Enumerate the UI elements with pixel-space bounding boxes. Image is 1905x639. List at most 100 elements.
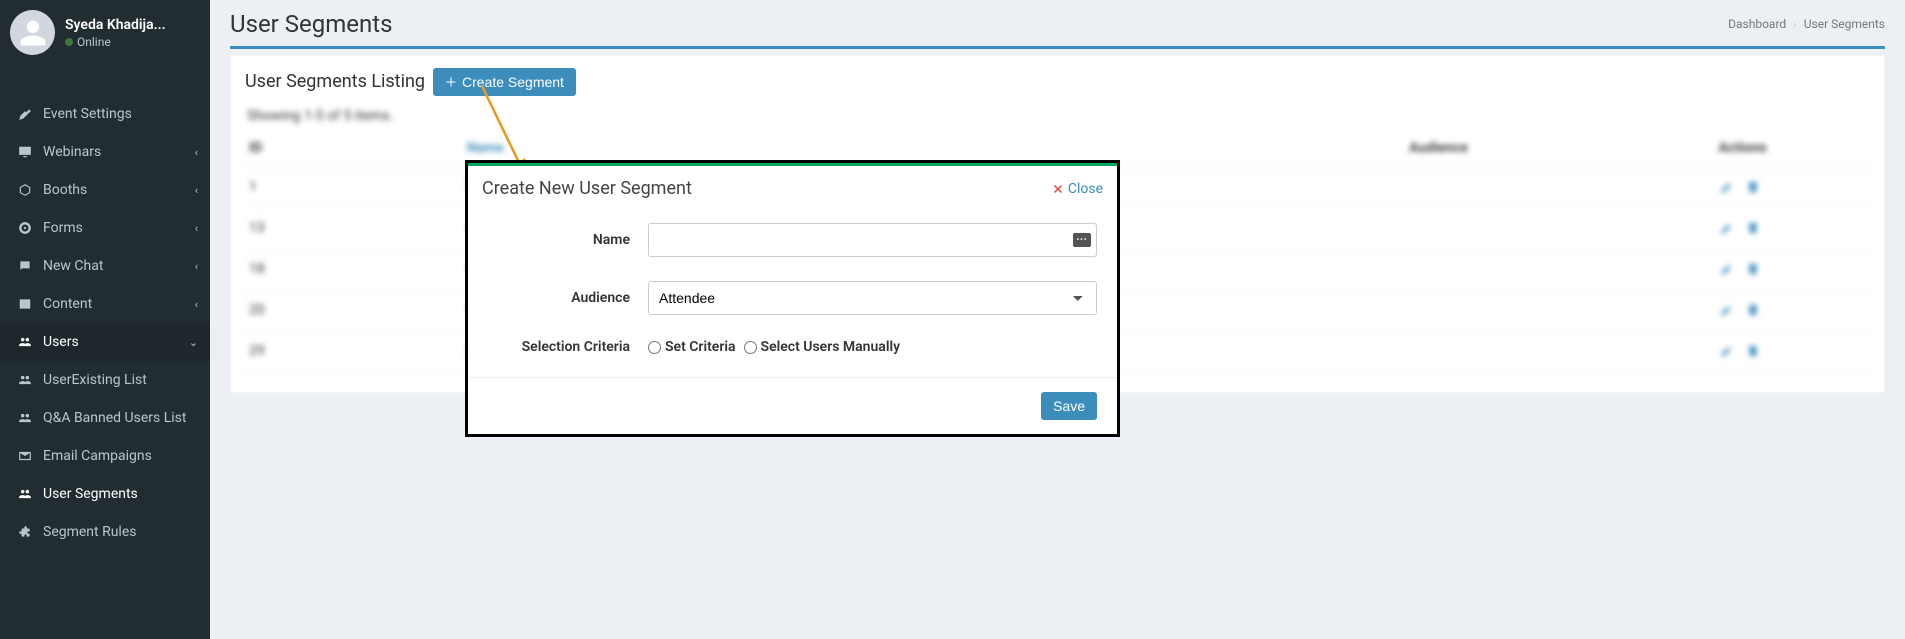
sidebar-item-content[interactable]: Content ‹ <box>0 285 210 323</box>
button-label: Save <box>1053 398 1085 414</box>
cell-id: 1 <box>241 166 459 207</box>
sidebar: Syeda Khadija... Online Event Settings W… <box>0 0 210 639</box>
sidebar-item-label: Segment Rules <box>43 524 136 540</box>
cell-actions <box>1711 166 1874 207</box>
cell-id: 20 <box>241 289 459 330</box>
close-icon <box>1052 183 1064 195</box>
create-segment-modal: Create New User Segment Close Name ••• A… <box>465 160 1120 437</box>
display-icon <box>15 145 35 159</box>
edit-icon[interactable] <box>1719 220 1735 236</box>
delete-icon[interactable] <box>1745 220 1761 236</box>
listing-summary: Showing 1-5 of 5 items. <box>241 108 1874 130</box>
sidebar-item-event-settings[interactable]: Event Settings <box>0 95 210 133</box>
sidebar-item-label: Booths <box>43 182 87 198</box>
audience-label: Audience <box>488 290 648 306</box>
delete-icon[interactable] <box>1745 343 1761 359</box>
page-title: User Segments <box>230 10 392 38</box>
breadcrumb: Dashboard › User Segments <box>1728 17 1885 31</box>
selection-label: Selection Criteria <box>488 339 648 355</box>
modal-title: Create New User Segment <box>482 178 692 199</box>
cell-id: 18 <box>241 248 459 289</box>
close-label: Close <box>1068 181 1103 197</box>
cell-actions <box>1711 207 1874 248</box>
user-panel: Syeda Khadija... Online <box>0 0 210 65</box>
cell-audience <box>1166 289 1710 330</box>
sidebar-nav: Event Settings Webinars ‹ Booths ‹ Forms… <box>0 95 210 551</box>
breadcrumb-link[interactable]: Dashboard <box>1728 17 1786 31</box>
puzzle-icon <box>15 525 35 539</box>
users-icon <box>15 487 35 501</box>
sidebar-sub-user-existing[interactable]: UserExisting List <box>0 361 210 399</box>
sidebar-item-label: UserExisting List <box>43 372 147 388</box>
cell-audience <box>1166 207 1710 248</box>
button-label: Create Segment <box>462 74 564 90</box>
input-extension-icon[interactable]: ••• <box>1073 233 1091 247</box>
sidebar-item-label: Q&A Banned Users List <box>43 410 186 426</box>
chevron-left-icon: ‹ <box>195 260 198 273</box>
chevron-left-icon: ‹ <box>195 146 198 159</box>
cell-id: 29 <box>241 330 459 371</box>
radio-set-criteria-input[interactable] <box>648 341 661 354</box>
image-icon <box>15 297 35 311</box>
sidebar-item-label: Event Settings <box>43 106 132 122</box>
cell-id: 13 <box>241 207 459 248</box>
breadcrumb-current: User Segments <box>1804 17 1885 31</box>
listing-title: User Segments Listing <box>245 71 425 92</box>
wrench-icon <box>15 107 35 121</box>
sidebar-item-users[interactable]: Users ⌄ <box>0 323 210 361</box>
sidebar-sub-segment-rules[interactable]: Segment Rules <box>0 513 210 551</box>
sidebar-item-label: Content <box>43 296 92 312</box>
chat-icon <box>15 259 35 273</box>
cube-icon <box>15 183 35 197</box>
sidebar-item-booths[interactable]: Booths ‹ <box>0 171 210 209</box>
sidebar-item-new-chat[interactable]: New Chat ‹ <box>0 247 210 285</box>
col-audience: Audience <box>1166 130 1710 167</box>
sidebar-sub-user-segments[interactable]: User Segments <box>0 475 210 513</box>
name-input[interactable] <box>648 223 1097 257</box>
chevron-left-icon: ‹ <box>195 222 198 235</box>
save-button[interactable]: Save <box>1041 392 1097 420</box>
sidebar-item-webinars[interactable]: Webinars ‹ <box>0 133 210 171</box>
users-icon <box>15 373 35 387</box>
sidebar-sub-banned-users[interactable]: Q&A Banned Users List <box>0 399 210 437</box>
create-segment-button[interactable]: Create Segment <box>433 68 576 96</box>
cell-audience <box>1166 248 1710 289</box>
envelope-icon <box>15 449 35 463</box>
sidebar-item-forms[interactable]: Forms ‹ <box>0 209 210 247</box>
cell-audience <box>1166 330 1710 371</box>
users-icon <box>15 411 35 425</box>
radio-select-manually-input[interactable] <box>744 341 757 354</box>
avatar <box>10 10 55 55</box>
chevron-left-icon: ‹ <box>195 184 198 197</box>
sidebar-item-label: User Segments <box>43 486 138 502</box>
sidebar-item-label: Forms <box>43 220 83 236</box>
edit-icon[interactable] <box>1719 179 1735 195</box>
delete-icon[interactable] <box>1745 302 1761 318</box>
cell-actions <box>1711 289 1874 330</box>
chevron-left-icon: ‹ <box>195 298 198 311</box>
edit-icon[interactable] <box>1719 343 1735 359</box>
plus-icon <box>445 76 457 88</box>
delete-icon[interactable] <box>1745 261 1761 277</box>
cell-actions <box>1711 248 1874 289</box>
cell-actions <box>1711 330 1874 371</box>
sidebar-item-label: Webinars <box>43 144 101 160</box>
edit-icon[interactable] <box>1719 302 1735 318</box>
target-icon <box>15 221 35 235</box>
radio-select-manually[interactable]: Select Users Manually <box>744 339 901 355</box>
col-actions: Actions <box>1711 130 1874 167</box>
name-label: Name <box>488 232 648 248</box>
user-name: Syeda Khadija... <box>65 17 200 33</box>
cell-audience <box>1166 166 1710 207</box>
sidebar-item-label: New Chat <box>43 258 103 274</box>
audience-select[interactable]: Attendee <box>648 281 1097 315</box>
status-online-icon <box>65 38 73 46</box>
col-id: ID <box>241 130 459 167</box>
user-status: Online <box>65 35 200 49</box>
sidebar-sub-email-campaigns[interactable]: Email Campaigns <box>0 437 210 475</box>
radio-set-criteria[interactable]: Set Criteria <box>648 339 736 355</box>
delete-icon[interactable] <box>1745 179 1761 195</box>
modal-close-button[interactable]: Close <box>1052 181 1103 197</box>
divider <box>230 46 1885 49</box>
edit-icon[interactable] <box>1719 261 1735 277</box>
